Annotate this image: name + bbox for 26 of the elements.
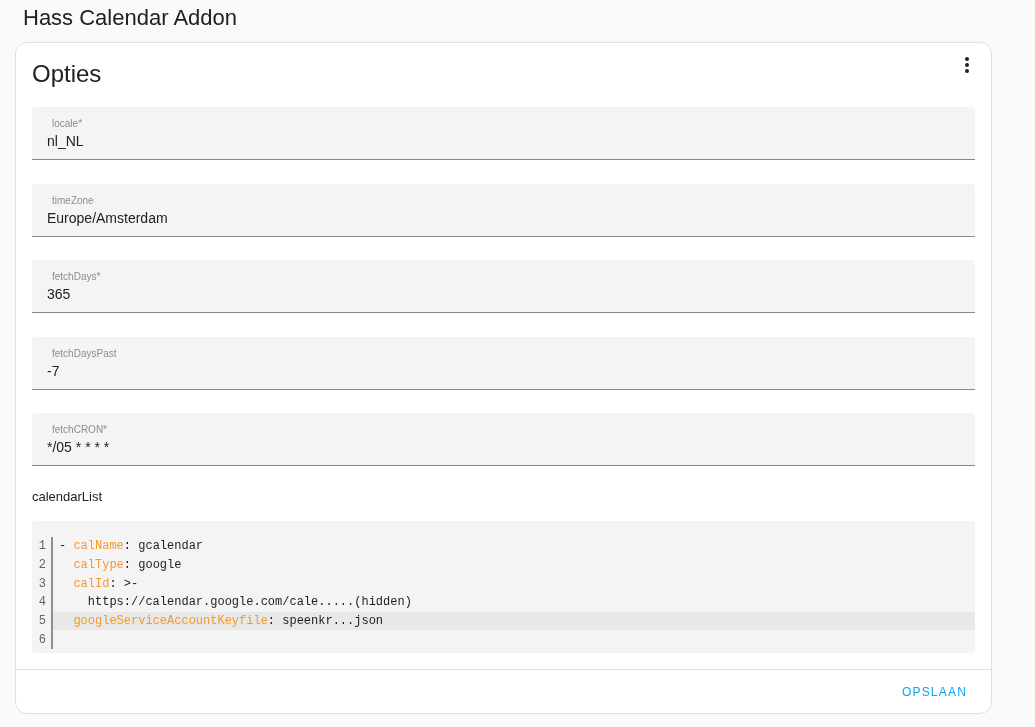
line-number: 3 xyxy=(38,575,46,593)
code-line: - calName: gcalendar xyxy=(59,538,204,556)
line-number: 6 xyxy=(38,631,46,649)
code-line: calType: google xyxy=(73,557,182,575)
code-line: calId: >- xyxy=(73,575,139,593)
section-label: calendarList xyxy=(32,488,103,506)
text-field[interactable]: fetchDays* 365 xyxy=(32,260,975,313)
field-label: timeZone xyxy=(52,193,94,207)
more-vertical-icon xyxy=(965,57,969,73)
text-field[interactable]: fetchDaysPast -7 xyxy=(32,336,975,390)
line-number: 5 xyxy=(38,613,46,631)
text-field[interactable]: timeZone Europe/Amsterdam xyxy=(32,183,975,237)
text-field[interactable]: fetchCRON* */05 * * * * xyxy=(32,413,975,466)
code-line: googleServiceAccountKeyfile: speenkr...json xyxy=(73,613,384,631)
field-label: fetchDays* xyxy=(52,270,101,283)
code-editor[interactable]: 1 2 3 4 5 6 - calName: gcalendar calType: google calId: >- https://calendar.google.com/cale.....(hidden) googleServiceAccountKeyfile: speenkr...json xyxy=(32,521,975,654)
code-line: https://calendar.google.com/cale.....(hidden) xyxy=(87,594,412,612)
page-title: Hass Calendar Addon xyxy=(23,4,238,32)
field-label: fetchDaysPast xyxy=(52,346,117,360)
card-title: Opties xyxy=(32,59,102,89)
field-label: fetchCRON* xyxy=(52,423,107,436)
line-number: 4 xyxy=(38,594,46,612)
field-label: locale* xyxy=(52,117,83,130)
line-number: 2 xyxy=(38,557,46,575)
text-field[interactable]: locale* nl_NL xyxy=(32,107,975,160)
line-number: 1 xyxy=(38,538,46,556)
